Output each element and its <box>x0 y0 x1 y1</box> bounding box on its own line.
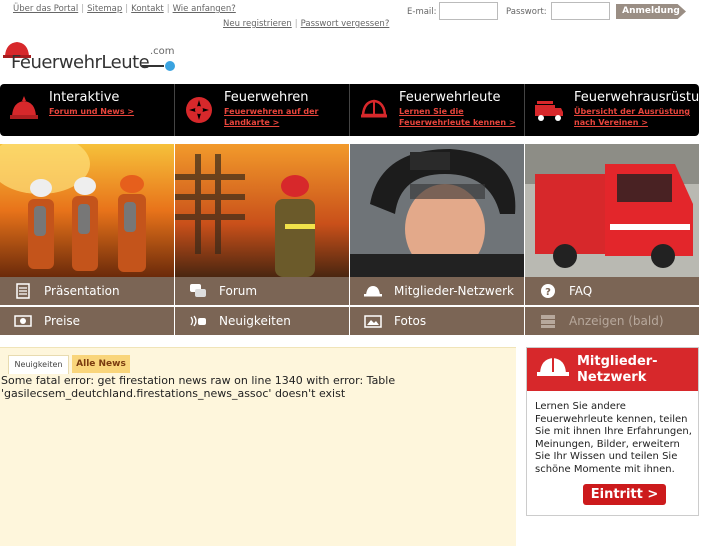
password-field[interactable] <box>551 2 610 20</box>
photo-icon <box>364 315 382 328</box>
menu-label: Anzeigen (bald) <box>569 314 664 328</box>
fire-emblem-icon <box>186 97 212 123</box>
top-bar: Über das Portal | Sitemap | Kontakt | Wie anfa… <box>0 0 727 34</box>
member-network-header: Mitglieder-Netzwerk <box>527 348 698 391</box>
nav-title: Feuerwehren <box>224 90 309 105</box>
menu-label: Neuigkeiten <box>219 314 291 328</box>
menu-prices[interactable]: Preise <box>0 307 174 335</box>
helmet-icon <box>364 286 382 297</box>
svg-text:?: ? <box>545 287 551 298</box>
photo-firefighter-flames[interactable] <box>175 144 349 277</box>
forgot-password-link[interactable]: Passwort vergessen? <box>301 19 390 29</box>
photo-firefighter-portrait[interactable] <box>350 144 524 277</box>
nav-firestations[interactable]: Feuerwehren Feuerwehren auf der Landkart… <box>175 84 350 136</box>
menu-member-network[interactable]: Mitglieder-Netzwerk <box>350 277 524 305</box>
nav-sublink[interactable]: Lernen Sie die Feuerwehrleute kennen > <box>399 106 523 128</box>
member-network-title: Mitglieder-Netzwerk <box>577 354 658 385</box>
ads-icon <box>541 315 555 328</box>
sitemap-link[interactable]: Sitemap <box>87 4 122 14</box>
menu-forum[interactable]: Forum <box>175 277 349 305</box>
photo-fire-truck[interactable] <box>525 144 699 277</box>
photo-strip <box>0 144 699 277</box>
join-button[interactable]: Eintritt > <box>583 484 666 505</box>
photo-firefighters-fire[interactable] <box>0 144 174 277</box>
logo-hose-icon <box>142 61 175 71</box>
helmet-icon <box>537 358 569 376</box>
top-links: Über das Portal | Sitemap | Kontakt | Wie anfa… <box>13 4 236 14</box>
menu-label: Preise <box>44 314 81 328</box>
menu-label: Präsentation <box>44 284 120 298</box>
email-field[interactable] <box>439 2 498 20</box>
money-icon <box>14 315 32 327</box>
login-button[interactable]: Anmeldung <box>616 4 686 19</box>
feature-menu: Präsentation Forum Mitglieder-Netzwerk ?… <box>0 277 699 335</box>
question-icon: ? <box>541 284 555 298</box>
helmet-icon <box>361 99 387 118</box>
menu-photos[interactable]: Fotos <box>350 307 524 335</box>
tab-news[interactable]: Neuigkeiten <box>8 355 69 374</box>
member-network-text: Lernen Sie andere Feuerwehrleute kennen,… <box>535 401 692 475</box>
news-error-message: Some fatal error: get firestation news r… <box>1 374 396 400</box>
menu-label: Forum <box>219 284 258 298</box>
logo-com: .com <box>150 46 175 57</box>
fire-truck-icon <box>535 101 563 121</box>
menu-faq[interactable]: ? FAQ <box>525 277 699 305</box>
nav-firefighters[interactable]: Feuerwehrleute Lernen Sie die Feuerwehrl… <box>350 84 525 136</box>
password-label: Passwort: <box>506 7 547 17</box>
getting-started-link[interactable]: Wie anfangen? <box>173 4 236 14</box>
about-link[interactable]: Über das Portal <box>13 4 78 14</box>
nav-interactive[interactable]: Interaktive Forum und News > <box>0 84 175 136</box>
tab-all-news[interactable]: Alle News <box>72 355 130 373</box>
register-link[interactable]: Neu registrieren <box>223 19 292 29</box>
nav-title: Feuerwehrleute <box>399 90 501 105</box>
firefighter-helmet-icon <box>10 96 38 119</box>
nav-equipment[interactable]: Feuerwehrausrüstung Übersicht der Ausrüs… <box>525 84 716 136</box>
nav-sublink[interactable]: Forum und News > <box>49 106 173 117</box>
account-links: Neu registrieren | Passwort vergessen? <box>223 19 390 29</box>
nav-sublink[interactable]: Übersicht der Ausrüstung nach Vereinen > <box>574 106 698 128</box>
email-label: E-mail: <box>407 7 437 17</box>
site-logo[interactable]: FeuerwehrLeute .com <box>0 40 180 74</box>
menu-presentation[interactable]: Präsentation <box>0 277 174 305</box>
nav-title: Interaktive <box>49 90 120 105</box>
logo-text: FeuerwehrLeute <box>11 52 150 73</box>
forum-icon <box>190 284 206 297</box>
main-nav: Interaktive Forum und News > Feuerwehren… <box>0 84 716 136</box>
presentation-icon <box>16 283 30 299</box>
news-icon <box>190 315 206 327</box>
menu-label: Mitglieder-Netzwerk <box>394 284 514 298</box>
contact-link[interactable]: Kontakt <box>131 4 164 14</box>
nav-sublink[interactable]: Feuerwehren auf der Landkarte > <box>224 106 348 128</box>
nav-title: Feuerwehrausrüstung <box>574 90 716 105</box>
menu-label: Fotos <box>394 314 427 328</box>
menu-ads: Anzeigen (bald) <box>525 307 699 335</box>
menu-news[interactable]: Neuigkeiten <box>175 307 349 335</box>
member-network-box: Mitglieder-Netzwerk Lernen Sie andere Fe… <box>526 347 699 516</box>
menu-label: FAQ <box>569 284 593 298</box>
